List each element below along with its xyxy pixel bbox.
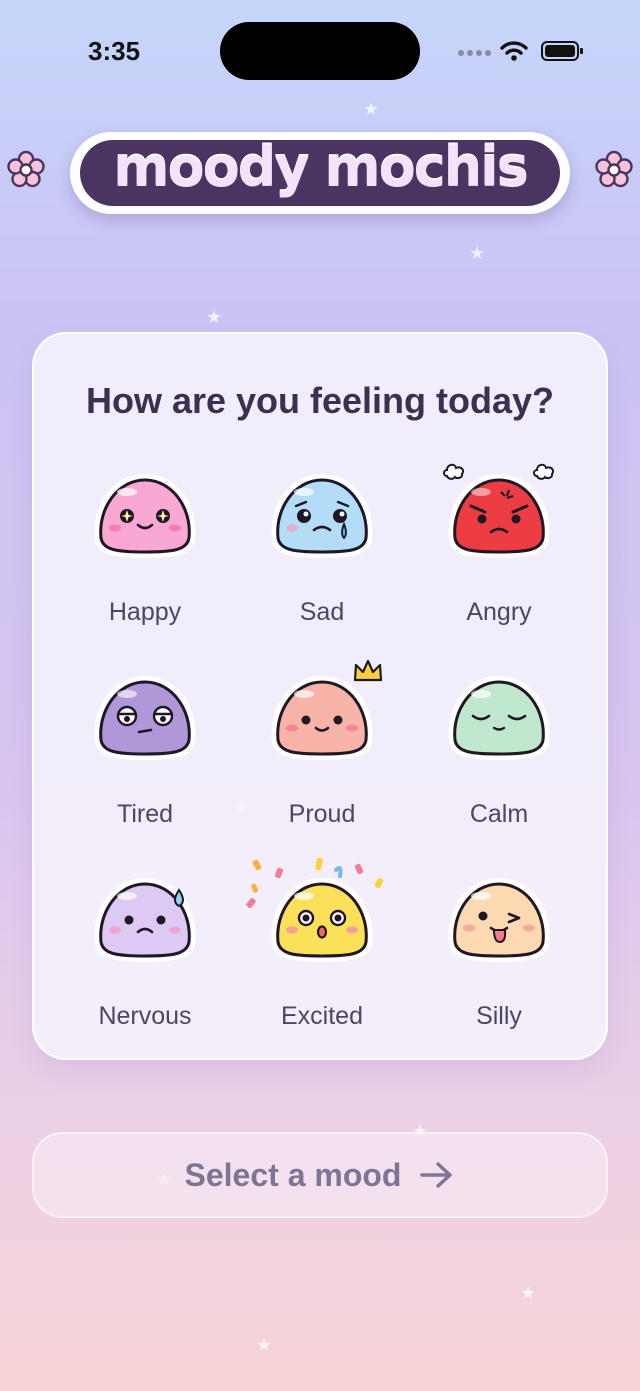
mood-label: Happy <box>108 598 182 626</box>
mood-label: Nervous <box>98 1002 192 1030</box>
mood-option-proud[interactable]: Proud <box>234 659 410 856</box>
app-title: moody mochis <box>113 136 529 199</box>
mood-option-happy[interactable]: Happy <box>57 464 233 654</box>
signal-dots-icon <box>458 50 492 58</box>
select-mood-button[interactable]: Select a mood <box>32 1132 608 1218</box>
flower-icon <box>7 150 45 188</box>
sad-mochi-icon <box>271 474 373 558</box>
battery-icon <box>541 41 583 61</box>
mood-label: Calm <box>469 800 529 828</box>
mood-label: Sad <box>299 598 345 626</box>
mood-label: Proud <box>288 800 356 828</box>
mood-option-sad[interactable]: Sad <box>234 464 410 654</box>
steam-icon <box>533 463 555 480</box>
mood-label: Tired <box>116 800 174 828</box>
star-icon: ★ <box>363 99 380 119</box>
star-icon: ★ <box>520 1283 537 1303</box>
card-title: How are you feeling today? <box>85 380 555 421</box>
flower-icon <box>595 150 633 188</box>
tired-mochi-icon <box>94 676 196 760</box>
mood-card: How are you feeling today? Happy Sad Ang… <box>32 332 608 1060</box>
crown-icon <box>353 659 383 682</box>
silly-mochi-icon <box>448 878 550 962</box>
star-icon: ★ <box>256 1335 273 1355</box>
app-logo: moody mochis <box>70 132 570 214</box>
mood-label: Excited <box>281 1002 363 1030</box>
mood-label: Silly <box>476 1002 522 1030</box>
star-icon: ★ <box>469 243 486 263</box>
confetti-icon <box>246 857 384 908</box>
mood-option-tired[interactable]: Tired <box>57 666 233 856</box>
status-time: 3:35 <box>88 36 141 66</box>
wifi-icon <box>500 41 528 61</box>
dynamic-island <box>220 22 420 80</box>
star-icon: ★ <box>206 307 223 327</box>
status-bar: 3:35 <box>0 0 640 100</box>
happy-mochi-icon <box>94 474 196 558</box>
mood-option-excited[interactable]: Excited <box>234 857 410 1058</box>
mood-option-angry[interactable]: Angry <box>411 463 587 654</box>
calm-mochi-icon <box>448 676 550 760</box>
nervous-mochi-icon <box>94 878 196 962</box>
mood-label: Angry <box>466 598 532 626</box>
mood-option-calm[interactable]: Calm <box>411 666 587 856</box>
select-mood-label: Select a mood <box>184 1156 402 1193</box>
steam-icon <box>443 463 465 480</box>
mood-option-nervous[interactable]: Nervous <box>57 868 233 1058</box>
mood-option-silly[interactable]: Silly <box>411 868 587 1058</box>
arrow-right-icon <box>420 1162 453 1188</box>
